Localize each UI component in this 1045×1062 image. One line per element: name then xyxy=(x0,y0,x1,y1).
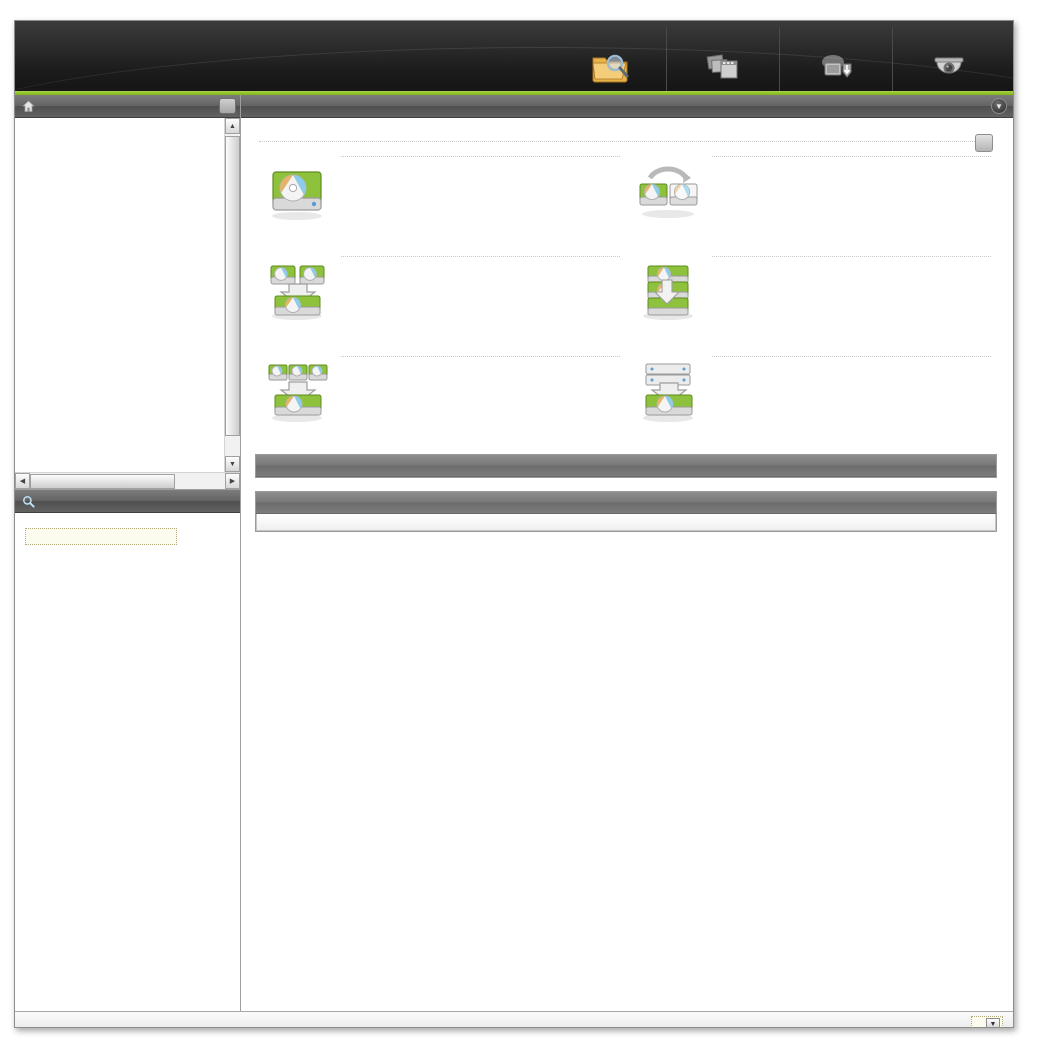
breadcrumb-right: ▼ xyxy=(958,98,1007,114)
photos-film-icon xyxy=(703,48,743,84)
card-row xyxy=(255,356,997,452)
card-text xyxy=(341,356,620,452)
breadcrumb xyxy=(251,100,259,112)
keyword-input[interactable] xyxy=(25,527,177,545)
dome-camera-icon xyxy=(929,48,969,84)
sidebar-horizontal-scrollbar[interactable]: ◀ ▶ xyxy=(15,472,240,489)
card-title-line1 xyxy=(712,256,991,257)
function-search-panel xyxy=(15,490,240,1011)
brand-block xyxy=(45,29,48,33)
app-shortcut-nav xyxy=(553,21,1005,91)
logical-volumes-table xyxy=(255,491,997,532)
card-title[interactable] xyxy=(341,356,620,357)
page-body: ▲ ▼ ◀ ▶ ▼ xyxy=(15,95,1013,1011)
scroll-up-button[interactable]: ▲ xyxy=(225,118,240,134)
card-raid0-stripe[interactable] xyxy=(255,256,626,356)
physical-disks-table xyxy=(255,454,997,478)
card-title[interactable] xyxy=(712,356,991,357)
card-row xyxy=(255,256,997,356)
home-icon xyxy=(22,99,35,113)
card-title-line1 xyxy=(341,356,620,357)
qnap-admin-screen: ▲ ▼ ◀ ▶ ▼ ▼ xyxy=(0,0,1045,1062)
single-disk-icon xyxy=(255,156,341,256)
chevron-down-icon[interactable]: ▼ xyxy=(991,98,1007,114)
card-title-line1 xyxy=(341,256,620,257)
logical-volumes-caption xyxy=(256,492,996,514)
card-title[interactable] xyxy=(341,256,620,257)
folder-search-icon xyxy=(590,48,630,84)
sidebar: ▲ ▼ ◀ ▶ xyxy=(15,95,241,1011)
breadcrumb-bar: ▼ xyxy=(241,95,1013,118)
sidebar-collapse-button[interactable] xyxy=(219,98,236,114)
card-row xyxy=(255,156,997,256)
app-shortcut-download-station[interactable] xyxy=(779,27,892,91)
card-raid6[interactable] xyxy=(626,356,997,452)
app-shortcut-web-file-manager[interactable] xyxy=(553,27,666,91)
card-text xyxy=(712,356,991,452)
card-title[interactable] xyxy=(712,256,991,257)
jbod-linear-icon xyxy=(626,256,712,356)
card-title[interactable] xyxy=(712,156,991,157)
download-monitor-icon xyxy=(816,48,856,84)
card-text xyxy=(712,156,991,256)
horizontal-scroll-thumb[interactable] xyxy=(30,473,175,489)
main-area: ▼ xyxy=(241,95,1013,1011)
card-single-disk[interactable] xyxy=(255,156,626,256)
card-text xyxy=(341,256,620,356)
language-selector[interactable]: ▼ xyxy=(984,98,1007,114)
card-title-line1 xyxy=(341,156,620,157)
function-search-header xyxy=(15,490,240,513)
vertical-scroll-thumb[interactable] xyxy=(225,136,240,436)
title-divider xyxy=(259,141,993,142)
browser-window: ▲ ▼ ◀ ▶ ▼ ▼ xyxy=(14,20,1014,1028)
app-shortcut-multimedia-station[interactable] xyxy=(666,27,779,91)
function-search-body xyxy=(15,513,240,545)
sidebar-header xyxy=(15,95,240,118)
help-icon[interactable] xyxy=(975,134,993,152)
header-bar xyxy=(15,21,1013,91)
chevron-down-icon[interactable]: ▼ xyxy=(986,1017,1000,1027)
content-pane xyxy=(241,118,1013,1011)
physical-disks-caption xyxy=(256,455,996,477)
search-icon xyxy=(22,495,35,508)
sidebar-tree xyxy=(15,118,224,472)
card-text xyxy=(712,256,991,356)
card-text xyxy=(341,156,620,256)
raid1-mirror-icon xyxy=(626,156,712,256)
scroll-right-button[interactable]: ▶ xyxy=(225,473,240,489)
card-raid1-mirror[interactable] xyxy=(626,156,997,256)
app-shortcut-surveillance-station[interactable] xyxy=(892,27,1005,91)
raid0-stripe-icon xyxy=(255,256,341,356)
raid6-icon xyxy=(626,356,712,452)
card-title-line1 xyxy=(712,356,991,357)
scroll-left-button[interactable]: ◀ xyxy=(15,473,30,489)
volume-type-cards xyxy=(255,156,997,452)
theme-selector[interactable]: ▼ xyxy=(971,1015,1003,1027)
sidebar-tree-container: ▲ ▼ ◀ ▶ xyxy=(15,118,240,490)
card-title[interactable] xyxy=(341,156,620,157)
scroll-down-button[interactable]: ▼ xyxy=(225,456,240,472)
card-title-line2 xyxy=(712,156,991,157)
raid5-icon xyxy=(255,356,341,452)
card-jbod-linear[interactable] xyxy=(626,256,997,356)
sidebar-vertical-scrollbar[interactable]: ▲ ▼ xyxy=(224,118,240,472)
card-raid5[interactable] xyxy=(255,356,626,452)
footer-bar: ▼ xyxy=(15,1011,1013,1027)
logical-volume-actions xyxy=(256,514,996,531)
